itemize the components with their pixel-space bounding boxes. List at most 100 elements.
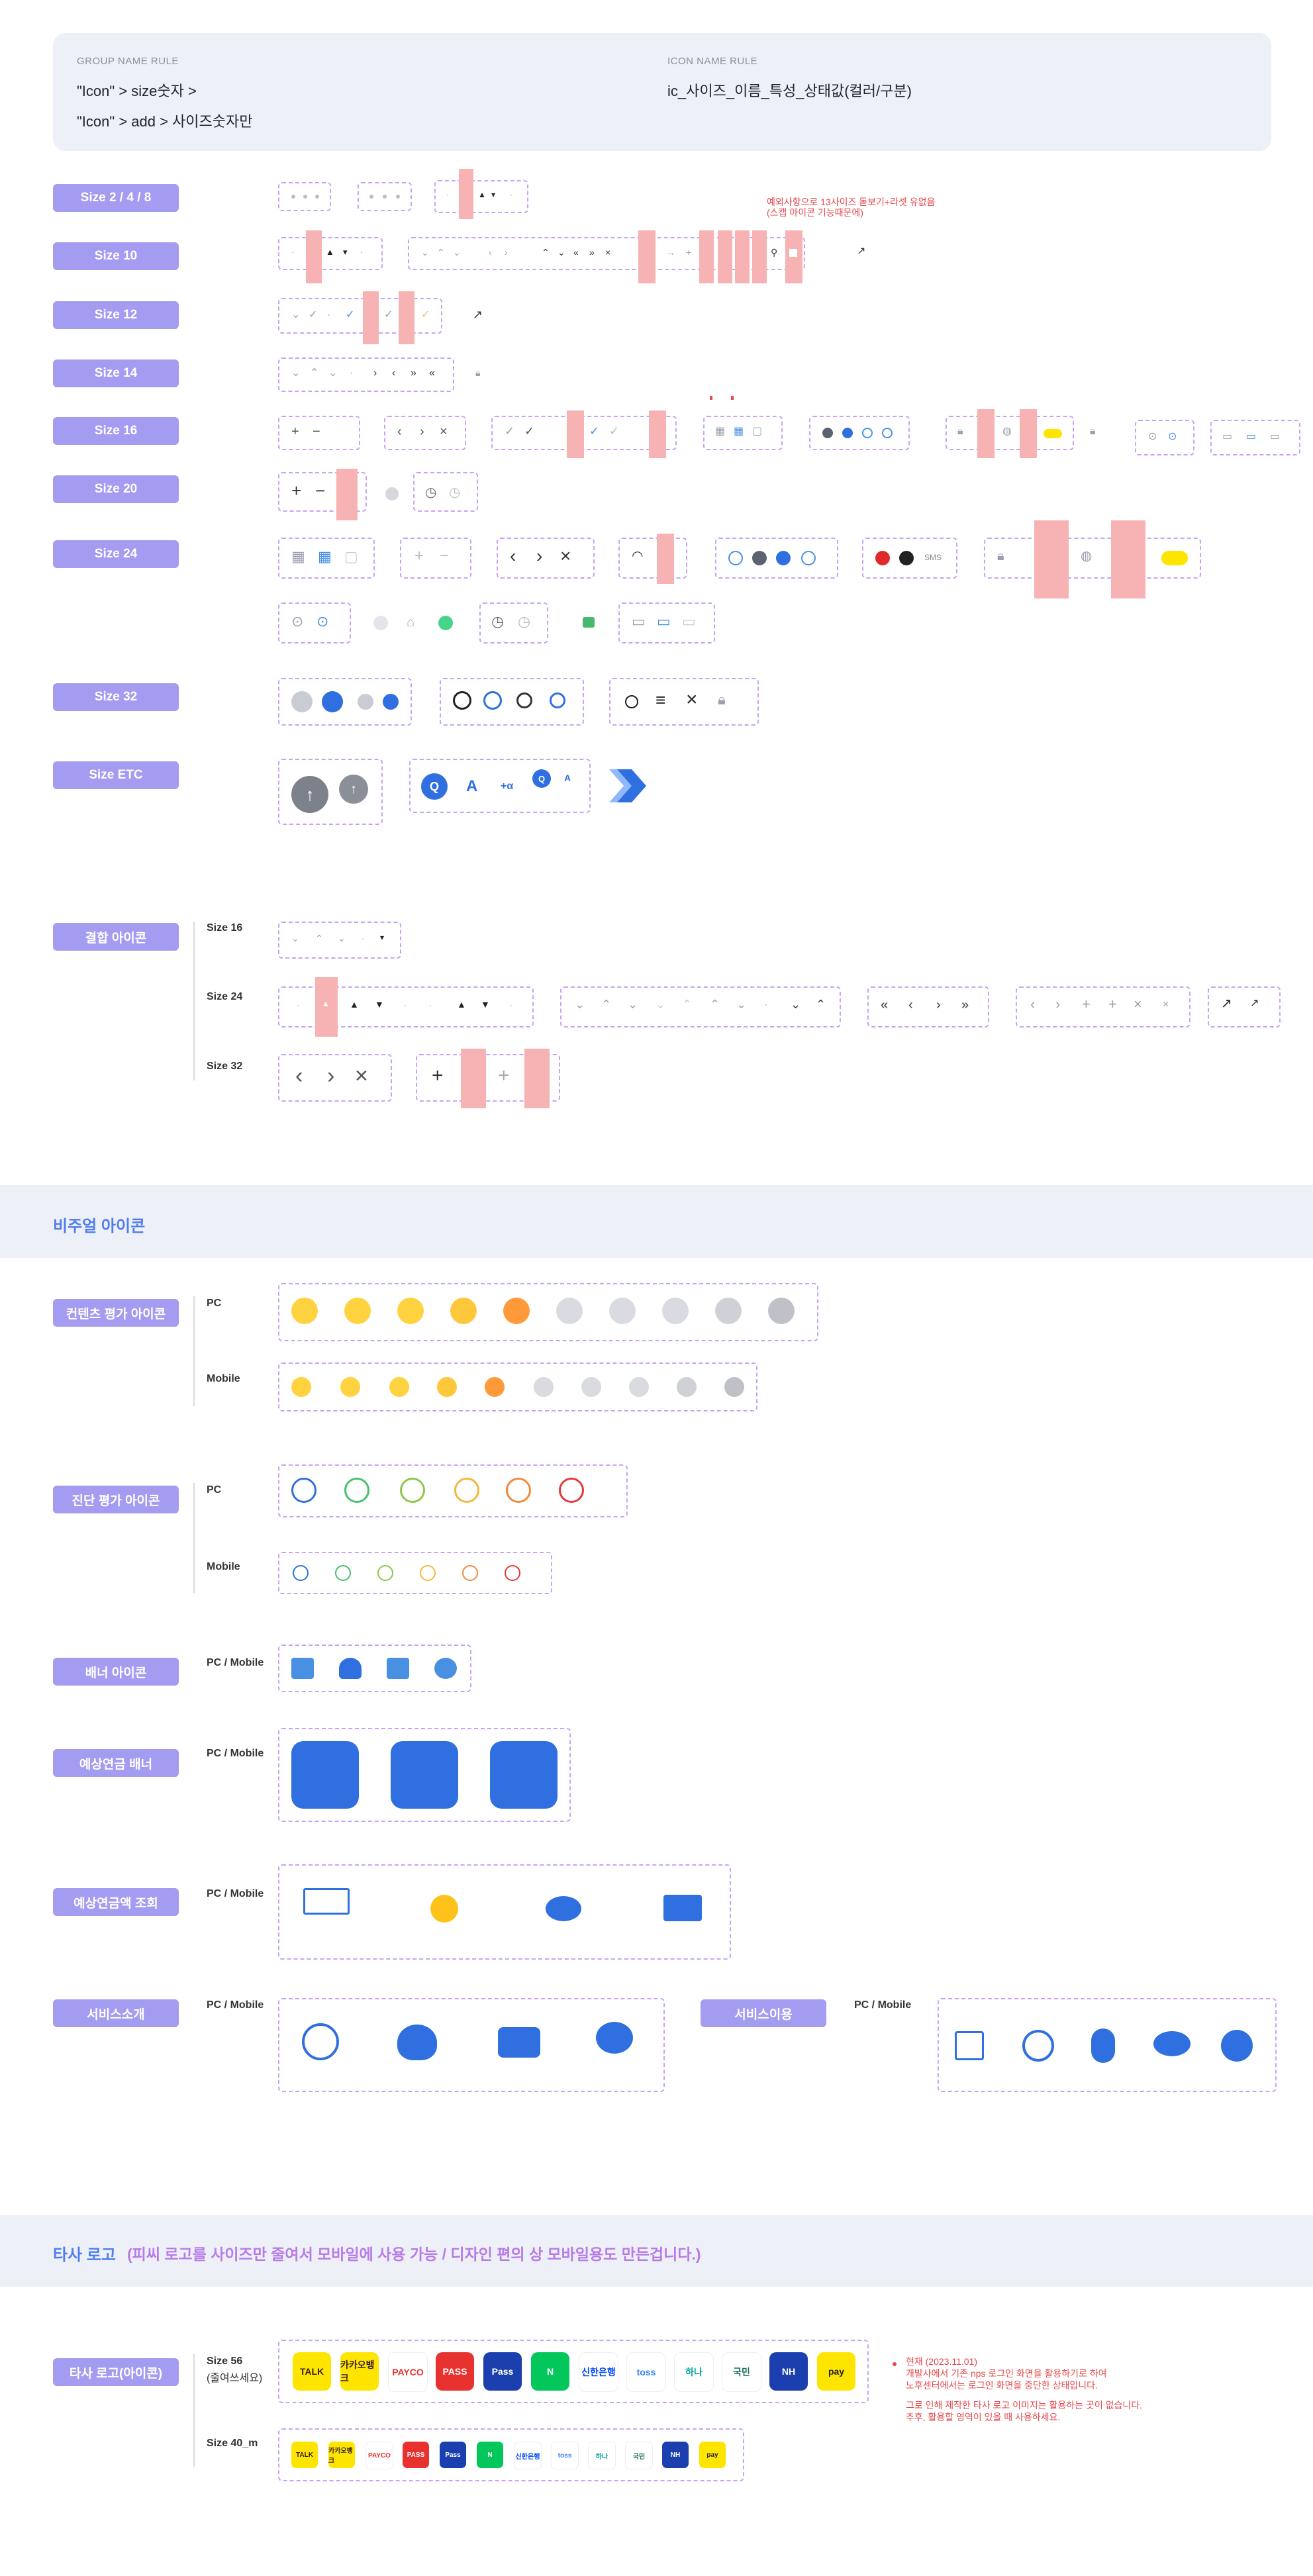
dot-icon: ·: [404, 1000, 407, 1010]
face-worse-icon: [506, 1478, 531, 1503]
size-24-location-group: [278, 602, 351, 644]
calendar-icon: ▦: [291, 548, 305, 565]
note-bullet-icon: [893, 2362, 897, 2366]
chevron-down-icon: ⌄: [656, 998, 666, 1011]
close-icon: ×: [355, 1063, 368, 1088]
minus-icon: −: [313, 424, 320, 439]
face-very-good-icon: [291, 1478, 316, 1503]
smile-face-gray-icon: [662, 1298, 689, 1324]
document-green-icon: [583, 617, 595, 628]
highlight-marker: [699, 230, 714, 283]
dot-icon: ·: [360, 247, 364, 257]
combo-size-24-arrow-group: [1208, 986, 1281, 1027]
info-outline-icon: [728, 551, 743, 565]
location-blue-icon: ⊙: [316, 613, 329, 630]
chevron-right-icon: ›: [536, 546, 543, 566]
highlight-marker: [306, 230, 322, 283]
highlight-marker: [399, 291, 414, 344]
icon-name-rule-label: ICON NAME RULE: [667, 56, 758, 67]
pc-mobile-label: PC / Mobile: [207, 1657, 264, 1668]
chevron-right-icon: ›: [505, 247, 508, 258]
highlight-marker: [524, 1049, 550, 1108]
font-plus-icon: +α: [501, 781, 514, 792]
size-12-group: [278, 298, 442, 334]
folder-blue-icon: ▭: [1246, 431, 1257, 442]
chevron-left-icon: ‹: [1030, 996, 1036, 1012]
lock-icon: 🔒︎: [1090, 426, 1096, 437]
font-q-small-icon: Q: [532, 769, 551, 788]
banner-icon-pill: 배너 아이콘: [53, 1658, 179, 1686]
calendar-icon: ▢: [752, 426, 763, 437]
highlight-marker: [1020, 409, 1037, 458]
pension-lock-icon: [391, 1741, 458, 1809]
location-icon: ⊙: [291, 613, 304, 630]
plus-icon: +: [498, 1065, 510, 1086]
highlight-marker: [1034, 520, 1069, 598]
size-16-location-group: [1135, 420, 1194, 455]
chevron-up-icon: ⌃: [310, 367, 319, 379]
chevron-down-icon: ⌄: [628, 998, 638, 1011]
dot-icon: ·: [446, 190, 449, 199]
logo-pass-blue-icon: Pass: [440, 2442, 466, 2468]
logo-toss-icon: toss: [551, 2442, 579, 2469]
chevron-left-icon: ‹: [397, 424, 402, 439]
chevron-right-icon: ›: [327, 1063, 335, 1088]
logo-kb-icon: 국민: [625, 2442, 653, 2469]
smile-face-icon: [389, 1377, 409, 1397]
caret-down-icon: ▼: [375, 999, 384, 1010]
folder-blue-icon: ▭: [657, 613, 671, 630]
kakaopay-icon: [1161, 551, 1188, 565]
info-blue-icon: [776, 551, 791, 565]
dot-icon: [291, 195, 295, 199]
document-search-icon: [955, 2031, 984, 2060]
love-face-icon: [291, 1298, 318, 1324]
angry-face-icon: [503, 1298, 530, 1324]
unamused-face-gray-icon: [677, 1377, 697, 1397]
folder-icon: ▭: [632, 613, 646, 630]
angry-face-gray-icon: [768, 1298, 795, 1324]
group-name-rule-line2: "Icon" > add > 사이즈숫자만: [77, 113, 253, 130]
logo-note-line3: 노후센터에서는 로그인 화면을 중단한 상태입니다.: [906, 2380, 1098, 2391]
kakaopay-icon: [1044, 429, 1062, 438]
chat-bubble-icon: [596, 2022, 633, 2054]
size-16-nav-group: [384, 416, 466, 450]
check-blue-icon: ✓: [346, 309, 355, 320]
highlight-marker: [649, 410, 666, 458]
logo-naver-icon: N: [531, 2352, 569, 2391]
chevron-down-icon: ⌄: [291, 367, 301, 379]
cloud-icon: [1153, 2031, 1191, 2056]
globe-icon: ◍: [1081, 549, 1093, 563]
close-icon: ×: [1163, 999, 1169, 1010]
diagnosis-rating-pill: 진단 평가 아이콘: [53, 1486, 179, 1513]
user-blue-icon: [322, 691, 343, 712]
mobile-label: Mobile: [207, 1373, 240, 1384]
close-icon: ×: [686, 689, 698, 710]
size-14-group: [278, 358, 454, 392]
dot-icon: ·: [297, 1000, 299, 1010]
arrow-right-icon: →: [666, 247, 675, 258]
highlight-marker: [977, 409, 995, 458]
arrow-up-right-icon: ↗: [857, 246, 866, 257]
smile-face-gray-icon: [629, 1377, 649, 1397]
size-2-4-8-pill: Size 2 / 4 / 8: [53, 184, 179, 212]
mobile-label: Mobile: [207, 1561, 240, 1572]
lock-icon: 🔒︎: [997, 549, 1004, 563]
close-icon: ×: [1134, 996, 1142, 1012]
chevron-right-icon: ›: [1055, 996, 1061, 1012]
size-40-label: Size 40_m: [207, 2438, 258, 2449]
chat-green-icon: [438, 616, 453, 630]
pc-mobile-label: PC / Mobile: [207, 1748, 264, 1759]
chevron-down-icon: ⌄: [558, 247, 565, 258]
dot-icon: ·: [764, 998, 768, 1011]
logo-pass-blue-icon: Pass: [483, 2352, 522, 2391]
face-worse-icon: [462, 1565, 478, 1581]
highlight-marker: [731, 396, 734, 400]
angry-face-gray-icon: [724, 1377, 744, 1397]
chevron-right-icon: ›: [420, 424, 424, 439]
dot-icon: ·: [327, 309, 331, 320]
font-a-small-icon: A: [564, 773, 571, 783]
highlight-marker: [657, 534, 674, 584]
help-icon: [882, 428, 893, 438]
divider-line: [193, 1483, 195, 1593]
chevron-down-icon: ⌄: [421, 247, 429, 258]
